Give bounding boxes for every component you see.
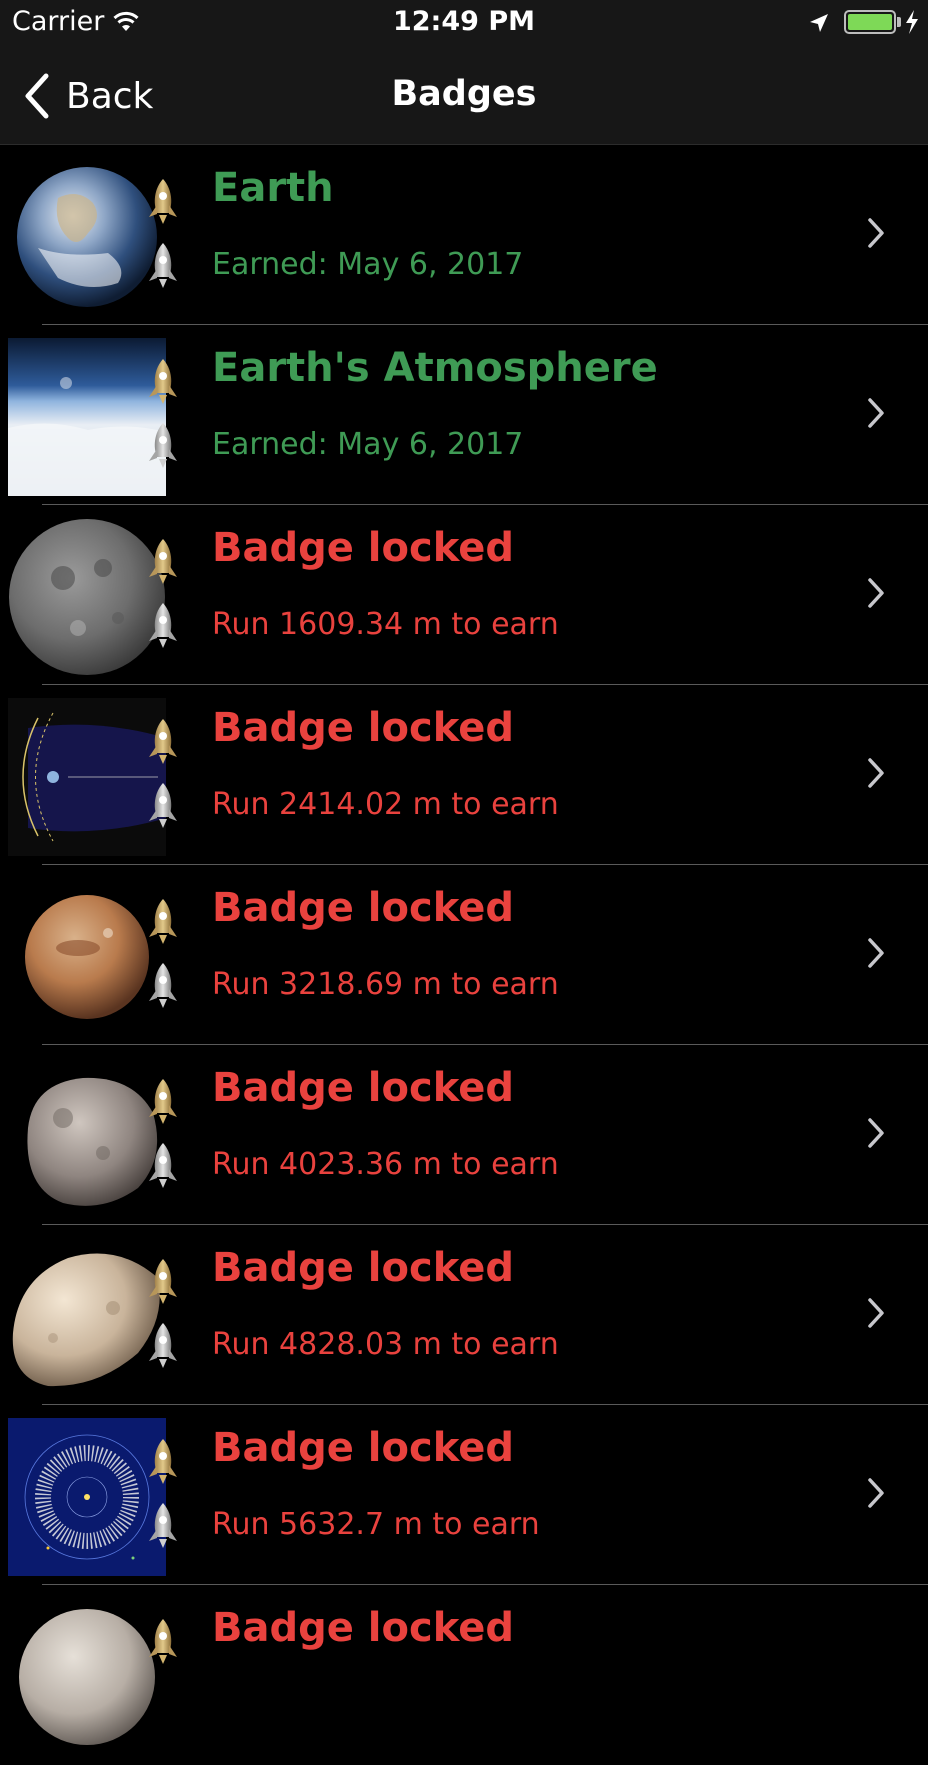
battery-icon xyxy=(844,10,896,34)
silver-rocket-icon xyxy=(149,783,177,828)
badge-subtitle: Earned: May 6, 2017 xyxy=(212,427,524,462)
ceres-image xyxy=(8,1598,166,1756)
badge-title: Earth's Atmosphere xyxy=(212,345,658,391)
badge-title: Badge locked xyxy=(212,1605,514,1651)
status-bar: Carrier 12:49 PM xyxy=(0,0,928,48)
gold-rocket-icon xyxy=(149,899,177,944)
badge-row-locked-2[interactable]: Badge locked Run 2414.02 m to earn xyxy=(0,685,928,865)
navigation-bar: Back Badges xyxy=(0,48,928,145)
silver-rocket-icon xyxy=(149,423,177,468)
badge-title: Badge locked xyxy=(212,705,514,751)
silver-rocket-icon xyxy=(149,603,177,648)
chevron-right-icon xyxy=(868,758,884,788)
badge-title: Badge locked xyxy=(212,1425,514,1471)
gold-rocket-icon xyxy=(149,1079,177,1124)
chevron-right-icon xyxy=(868,1298,884,1328)
badge-row-earth[interactable]: Earth Earned: May 6, 2017 xyxy=(0,145,928,325)
gold-rocket-icon xyxy=(149,359,177,404)
clock: 12:49 PM xyxy=(392,6,535,37)
gold-rocket-icon xyxy=(149,539,177,584)
charging-bolt-icon xyxy=(906,10,918,34)
asteroid-belt-image xyxy=(8,1418,166,1576)
gold-rocket-icon xyxy=(149,1619,177,1664)
badge-subtitle: Run 2414.02 m to earn xyxy=(212,787,559,822)
battery-level xyxy=(848,14,892,30)
badge-subtitle: Run 4023.36 m to earn xyxy=(212,1147,559,1182)
gold-rocket-icon xyxy=(149,179,177,224)
page-title: Badges xyxy=(391,74,537,114)
badge-title: Earth xyxy=(212,165,334,211)
earth-image xyxy=(8,158,166,316)
badge-row-locked-6[interactable]: Badge locked Run 5632.7 m to earn xyxy=(0,1405,928,1585)
silver-rocket-icon xyxy=(149,1143,177,1188)
gold-rocket-icon xyxy=(149,719,177,764)
badge-title: Badge locked xyxy=(212,525,514,571)
badge-row-locked-7[interactable]: Badge locked xyxy=(0,1585,928,1765)
badge-list: Earth Earned: May 6, 2017 Earth's Atmosp… xyxy=(0,145,928,1765)
silver-rocket-icon xyxy=(149,963,177,1008)
battery-tip xyxy=(897,17,901,27)
chevron-right-icon xyxy=(868,1478,884,1508)
badge-subtitle: Run 1609.34 m to earn xyxy=(212,607,559,642)
silver-rocket-icon xyxy=(149,243,177,288)
moon-image xyxy=(8,518,166,676)
magnetosphere-image xyxy=(8,698,166,856)
badge-row-locked-4[interactable]: Badge locked Run 4023.36 m to earn xyxy=(0,1045,928,1225)
badge-subtitle: Run 5632.7 m to earn xyxy=(212,1507,540,1542)
chevron-right-icon xyxy=(868,398,884,428)
badge-subtitle: Run 4828.03 m to earn xyxy=(212,1327,559,1362)
gold-rocket-icon xyxy=(149,1259,177,1304)
silver-rocket-icon xyxy=(149,1323,177,1368)
gold-rocket-icon xyxy=(149,1439,177,1484)
badge-title: Badge locked xyxy=(212,885,514,931)
badge-subtitle: Run 3218.69 m to earn xyxy=(212,967,559,1002)
chevron-right-icon xyxy=(868,578,884,608)
silver-rocket-icon xyxy=(149,1503,177,1548)
phobos-image xyxy=(8,1058,166,1216)
badge-title: Badge locked xyxy=(212,1065,514,1111)
chevron-right-icon xyxy=(868,218,884,248)
location-arrow-icon xyxy=(810,14,828,32)
badge-row-locked-1[interactable]: Badge locked Run 1609.34 m to earn xyxy=(0,505,928,685)
chevron-right-icon xyxy=(868,938,884,968)
atmosphere-image xyxy=(8,338,166,496)
badge-row-earths-atmosphere[interactable]: Earth's Atmosphere Earned: May 6, 2017 xyxy=(0,325,928,505)
chevron-right-icon xyxy=(868,1118,884,1148)
badge-title: Badge locked xyxy=(212,1245,514,1291)
badge-row-locked-3[interactable]: Badge locked Run 3218.69 m to earn xyxy=(0,865,928,1045)
deimos-image xyxy=(8,1238,166,1396)
mars-image xyxy=(8,878,166,1036)
badge-row-locked-5[interactable]: Badge locked Run 4828.03 m to earn xyxy=(0,1225,928,1405)
badge-subtitle: Earned: May 6, 2017 xyxy=(212,247,524,282)
